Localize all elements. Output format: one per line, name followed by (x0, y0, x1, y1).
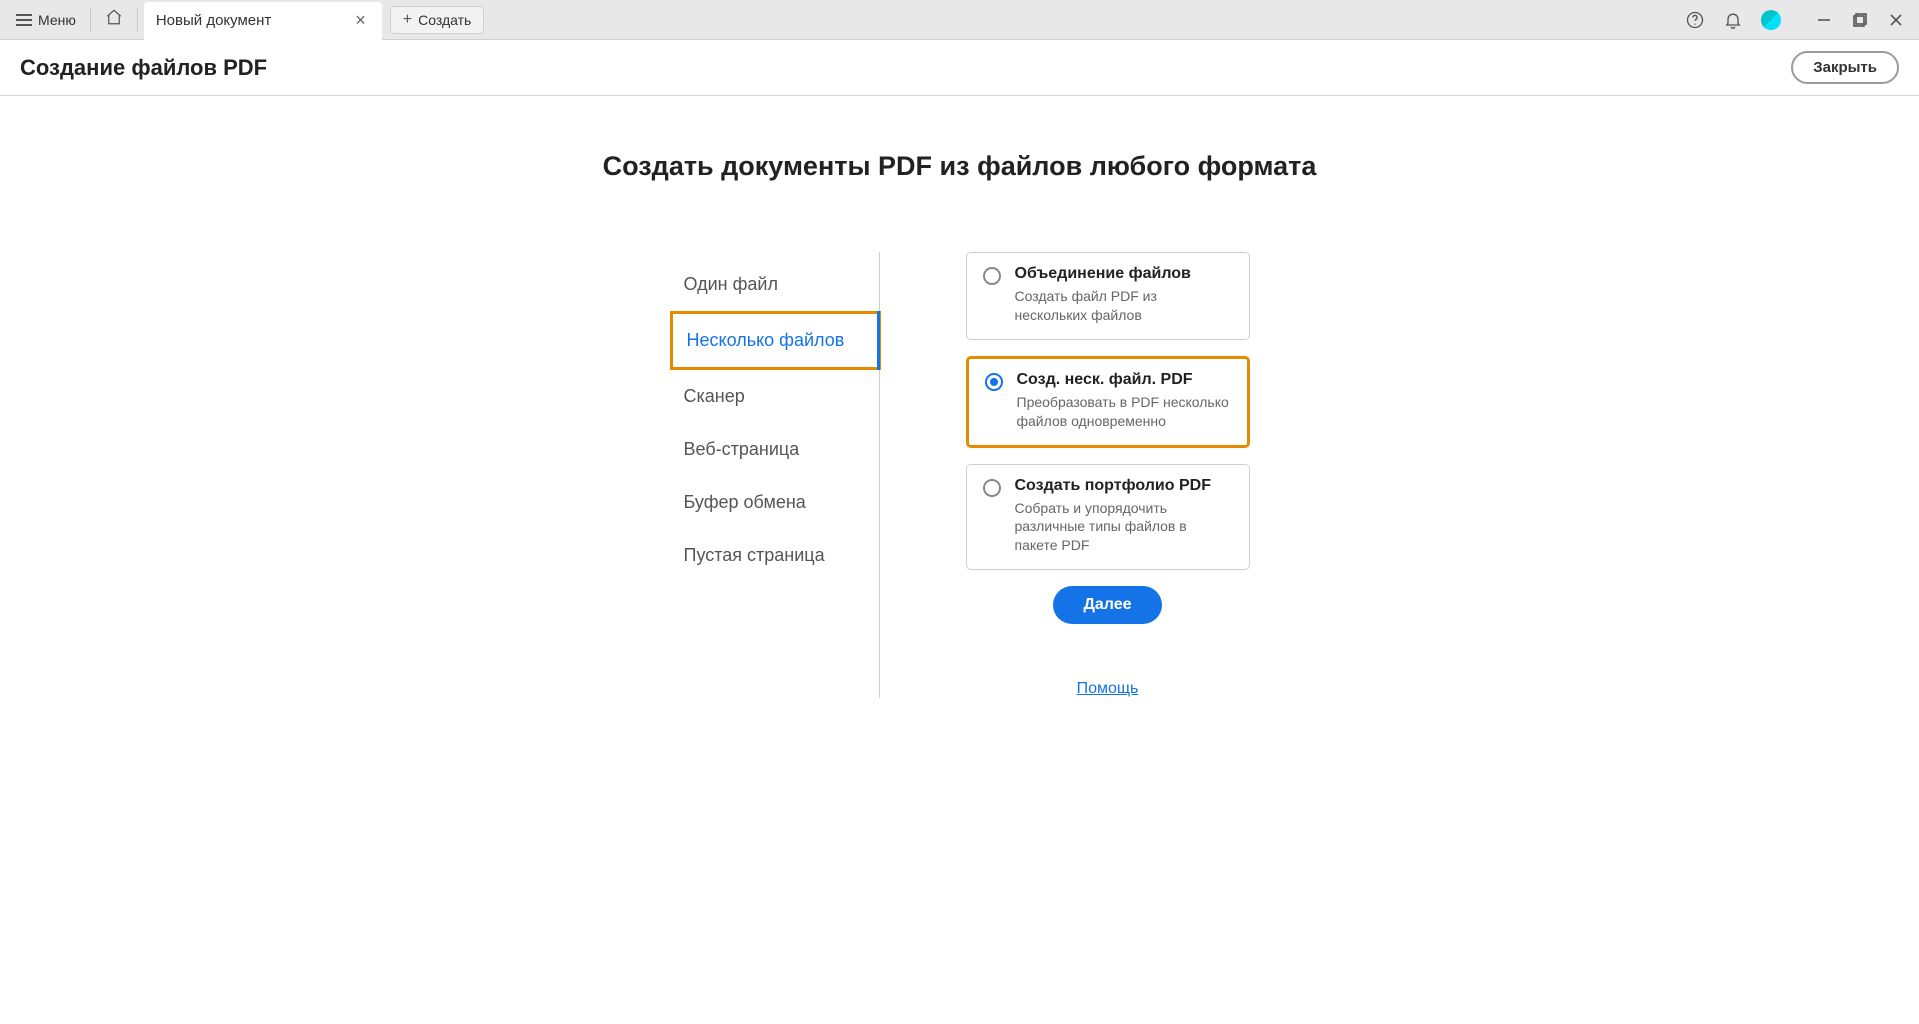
option-combine-files[interactable]: Объединение файлов Создать файл PDF из н… (966, 252, 1250, 340)
create-label: Создать (418, 12, 471, 28)
window-controls (1817, 13, 1903, 27)
top-toolbar: Меню Новый документ × + Создать (0, 0, 1919, 40)
help-link[interactable]: Помощь (966, 680, 1250, 698)
source-single-file[interactable]: Один файл (670, 258, 879, 311)
page-title: Создание файлов PDF (20, 55, 267, 81)
maximize-icon[interactable] (1853, 13, 1867, 27)
option-title: Объединение файлов (1015, 265, 1233, 283)
minimize-icon[interactable] (1817, 13, 1831, 27)
option-desc: Собрать и упорядочить различные типы фай… (1015, 499, 1233, 556)
toolbar-right (1685, 10, 1911, 30)
tab-new-document[interactable]: Новый документ × (144, 2, 382, 40)
next-button[interactable]: Далее (1053, 586, 1161, 624)
home-button[interactable] (97, 4, 131, 35)
radio-icon[interactable] (985, 373, 1003, 391)
options-column: Объединение файлов Создать файл PDF из н… (880, 252, 1250, 698)
source-multiple-files[interactable]: Несколько файлов (670, 311, 881, 370)
window-close-icon[interactable] (1889, 13, 1903, 27)
radio-icon[interactable] (983, 479, 1001, 497)
source-type-list: Один файл Несколько файлов Сканер Веб-ст… (670, 252, 880, 698)
sub-header: Создание файлов PDF Закрыть (0, 40, 1919, 96)
option-desc: Преобразовать в PDF несколько файлов одн… (1017, 393, 1231, 431)
two-column-layout: Один файл Несколько файлов Сканер Веб-ст… (670, 252, 1250, 698)
home-icon (105, 8, 123, 26)
option-create-portfolio[interactable]: Создать портфолио PDF Собрать и упорядоч… (966, 464, 1250, 571)
close-icon[interactable]: × (351, 10, 370, 31)
bell-icon[interactable] (1723, 10, 1743, 30)
radio-icon[interactable] (983, 267, 1001, 285)
close-panel-button[interactable]: Закрыть (1791, 51, 1899, 84)
hamburger-icon (16, 14, 32, 26)
plus-icon: + (403, 11, 412, 29)
help-icon[interactable] (1685, 10, 1705, 30)
content-area: Создать документы PDF из файлов любого ф… (0, 96, 1919, 1024)
source-clipboard[interactable]: Буфер обмена (670, 476, 879, 529)
menu-label: Меню (38, 12, 76, 28)
option-desc: Создать файл PDF из нескольких файлов (1015, 287, 1233, 325)
source-scanner[interactable]: Сканер (670, 370, 879, 423)
source-blank-page[interactable]: Пустая страница (670, 529, 879, 582)
option-title: Создать портфолио PDF (1015, 477, 1233, 495)
tab-title: Новый документ (156, 12, 271, 29)
menu-button[interactable]: Меню (8, 8, 84, 32)
option-create-multiple-pdf[interactable]: Созд. неск. файл. PDF Преобразовать в PD… (966, 356, 1250, 448)
divider (137, 8, 138, 32)
create-button[interactable]: + Создать (390, 6, 485, 34)
main-heading: Создать документы PDF из файлов любого ф… (0, 151, 1919, 182)
divider (90, 8, 91, 32)
source-web-page[interactable]: Веб-страница (670, 423, 879, 476)
option-title: Созд. неск. файл. PDF (1017, 371, 1231, 389)
avatar[interactable] (1761, 10, 1781, 30)
